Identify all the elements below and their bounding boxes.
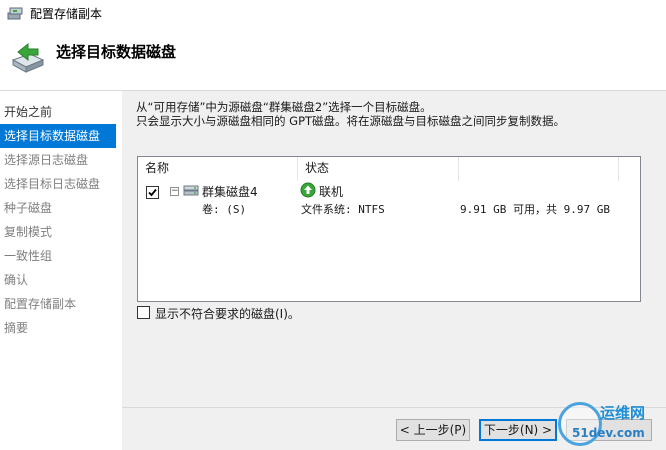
nav-step-configure-storage-replica: 配置存储副本 (4, 297, 77, 311)
show-ineligible-disks-label[interactable]: 显示不符合要求的磁盘(I)。 (155, 305, 300, 322)
disk-icon (183, 185, 199, 196)
nav-step-confirmation: 确认 (4, 273, 29, 287)
checkmark-icon (148, 188, 157, 197)
disk-volume: 卷: (S) (202, 203, 247, 216)
site-watermark: 运维网 51dev.com (548, 400, 666, 450)
wizard-header: 选择目标数据磁盘 (0, 26, 666, 90)
online-up-arrow-icon (300, 182, 316, 198)
nav-step-select-destination-disk[interactable]: 选择目标数据磁盘 (0, 124, 116, 148)
column-header-capacity[interactable] (459, 157, 619, 181)
disk-select-checkbox[interactable] (146, 186, 159, 199)
window-title: 配置存储副本 (30, 7, 103, 21)
disk-list[interactable]: 名称 状态 − 群集磁盘4 卷: (S) 联机 文件系统: NTFS 9.91 … (137, 156, 641, 302)
wizard-content: 从“可用存储”中为源磁盘“群集磁盘2”选择一个目标磁盘。 只会显示大小与源磁盘相… (122, 91, 666, 450)
disk-status: 联机 (319, 185, 344, 199)
show-ineligible-disks-checkbox[interactable] (137, 306, 150, 319)
wizard-steps-nav: 开始之前 选择目标数据磁盘 选择源日志磁盘 选择目标日志磁盘 种子磁盘 复制模式… (0, 100, 116, 340)
storage-replica-icon (7, 7, 23, 20)
watermark-url: 51dev.com (572, 426, 645, 440)
nav-step-summary: 摘要 (4, 321, 29, 335)
column-header-status[interactable]: 状态 (298, 157, 459, 181)
disk-filesystem: 文件系统: NTFS (301, 203, 385, 216)
disk-name: 群集磁盘4 (202, 185, 258, 199)
collapse-toggle[interactable]: − (170, 187, 179, 196)
instructions-line-1: 从“可用存储”中为源磁盘“群集磁盘2”选择一个目标磁盘。 (136, 100, 432, 114)
previous-button[interactable]: < 上一步(P) (396, 419, 470, 441)
instructions-line-2: 只会显示大小与源磁盘相同的 GPT磁盘。将在源磁盘与目标磁盘之间同步复制数据。 (136, 114, 566, 128)
disk-capacity: 9.91 GB 可用，共 9.97 GB (460, 203, 610, 216)
disk-row[interactable]: − 群集磁盘4 卷: (S) 联机 文件系统: NTFS 9.91 GB 可用，… (138, 182, 640, 222)
next-button[interactable]: 下一步(N) > (479, 419, 557, 441)
nav-step-select-source-log-disk: 选择源日志磁盘 (4, 153, 89, 167)
storage-replica-wizard-icon (11, 42, 45, 73)
nav-step-select-destination-log-disk: 选择目标日志磁盘 (4, 177, 101, 191)
column-header-name[interactable]: 名称 (138, 157, 298, 181)
nav-step-replication-mode: 复制模式 (4, 225, 53, 239)
nav-step-consistency-group: 一致性组 (4, 249, 53, 263)
page-title: 选择目标数据磁盘 (56, 43, 177, 61)
watermark-title: 运维网 (600, 404, 646, 422)
instructions: 从“可用存储”中为源磁盘“群集磁盘2”选择一个目标磁盘。 只会显示大小与源磁盘相… (136, 100, 565, 128)
nav-step-before-you-begin[interactable]: 开始之前 (0, 100, 116, 124)
nav-step-seed-disk: 种子磁盘 (4, 201, 53, 215)
title-bar: 配置存储副本 (0, 0, 666, 26)
